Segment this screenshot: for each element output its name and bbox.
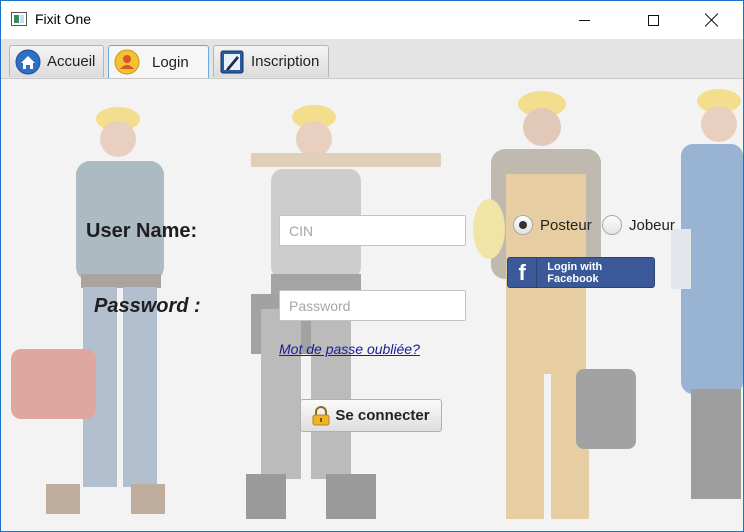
tab-login[interactable]: Login [108,45,209,78]
lock-icon [312,405,330,425]
radio-indicator [602,215,622,235]
tab-label: Inscription [251,53,320,70]
facebook-login-label: Login with Facebook [547,260,603,285]
tab-label: Accueil [47,53,96,70]
forgot-password-link[interactable]: Mot de passe oubliée? [279,341,420,357]
minimize-icon [578,19,590,21]
radio-label: Posteur [540,216,592,234]
minimize-button[interactable] [561,1,607,39]
title-bar: Fixit One [1,1,743,39]
username-input[interactable] [279,215,466,246]
connect-button-label: Se connecter [335,407,430,424]
password-label: Password : [94,295,201,317]
radio-jobeur[interactable]: Jobeur [602,215,675,235]
close-button[interactable] [689,1,735,39]
maximize-icon [647,14,659,26]
tab-accueil[interactable]: Accueil [9,45,104,77]
maximize-button[interactable] [630,1,676,39]
home-icon [15,49,41,74]
window-title: Fixit One [35,11,92,27]
app-window: Fixit One Accueil Login Inscription User… [0,0,744,532]
radio-posteur[interactable]: Posteur [513,215,592,235]
radio-label: Jobeur [629,216,675,234]
user-icon [114,49,140,75]
password-input[interactable] [279,290,466,321]
facebook-login-button[interactable]: f Login with Facebook [507,257,655,288]
tab-inscription[interactable]: Inscription [213,45,329,77]
tab-strip: Accueil Login Inscription [1,39,743,79]
close-icon [705,13,719,27]
facebook-icon: f [508,258,538,287]
login-panel: User Name: Password : Mot de passe oubli… [1,79,743,531]
radio-indicator [513,215,533,235]
username-label: User Name: [86,220,198,242]
tab-label: Login [152,53,189,71]
app-icon [11,12,27,26]
pencil-note-icon [220,50,244,73]
connect-button[interactable]: Se connecter [300,399,442,432]
